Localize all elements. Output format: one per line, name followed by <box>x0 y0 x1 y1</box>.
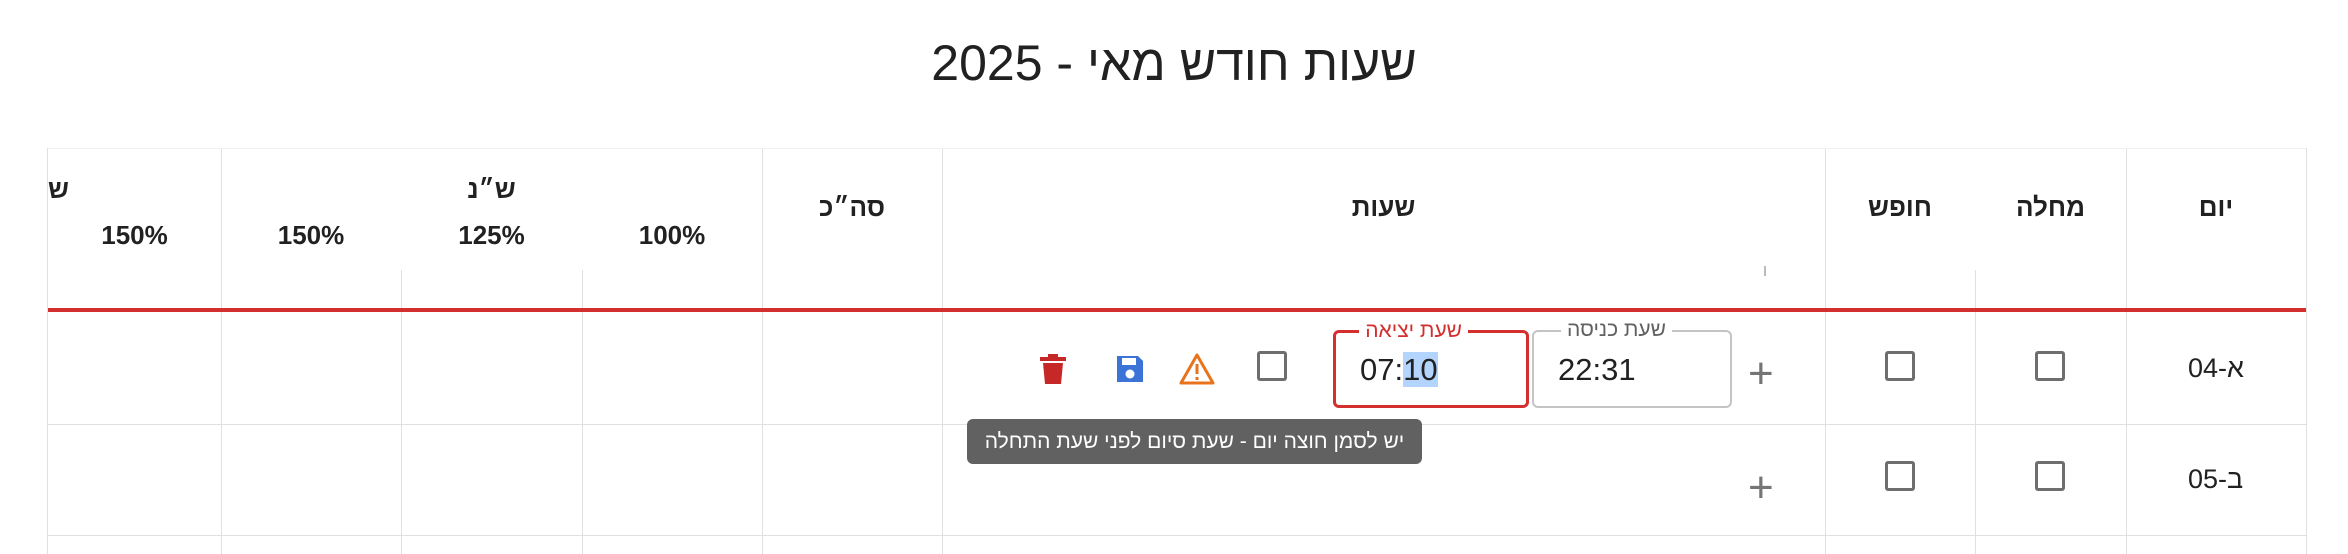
header-vacation: חופש <box>1868 192 1932 222</box>
exit-time-input[interactable]: 07:10 <box>1360 352 1438 388</box>
header-total: סה״כ <box>818 192 886 222</box>
header-sick: מחלה <box>2016 192 2085 222</box>
save-icon[interactable] <box>1114 353 1146 385</box>
exit-time-field[interactable]: שעת יציאה 07:10 <box>1333 319 1529 408</box>
sick-checkbox[interactable] <box>2035 461 2065 491</box>
error-tooltip: יש לסמן חוצה יום - שעת סיום לפני שעת התח… <box>967 419 1422 464</box>
warning-icon <box>1179 353 1215 385</box>
header-hours: שעות <box>1351 192 1416 222</box>
row-day-label: ב-05 <box>2188 464 2244 494</box>
header-error-underline <box>48 308 2306 312</box>
plus-icon[interactable]: + <box>1748 352 1774 396</box>
header-cut-group: ש <box>48 174 69 204</box>
header-pct150b: 150% <box>101 220 168 250</box>
entry-time-input[interactable]: 22:31 <box>1558 352 1636 388</box>
vacation-checkbox[interactable] <box>1885 351 1915 381</box>
plus-icon[interactable]: + <box>1748 466 1774 510</box>
exit-time-value: 07: <box>1360 352 1404 387</box>
delete-icon[interactable] <box>1040 353 1066 385</box>
vacation-checkbox[interactable] <box>1885 461 1915 491</box>
entry-time-field[interactable]: שעת כניסה 22:31 <box>1532 318 1732 408</box>
page-title: שעות חודש מאי - 2025 <box>931 35 1417 91</box>
hours-table: יום מחלה חופש שעות סה״כ ש״נ 100% 125% 15… <box>47 148 2307 554</box>
exit-time-label: שעת יציאה <box>1359 319 1468 343</box>
exit-time-selection: 10 <box>1403 352 1438 387</box>
row-day-label: א-04 <box>2188 353 2244 383</box>
sick-checkbox[interactable] <box>2035 351 2065 381</box>
header-day: יום <box>2198 192 2234 222</box>
header-pct150a: 150% <box>277 220 345 250</box>
entry-time-label: שעת כניסה <box>1560 318 1672 342</box>
cross-day-checkbox[interactable] <box>1257 351 1287 381</box>
header-shabbat-group: ש״נ <box>467 174 516 204</box>
header-pct125: 125% <box>458 220 525 250</box>
header-pct100: 100% <box>638 220 706 250</box>
